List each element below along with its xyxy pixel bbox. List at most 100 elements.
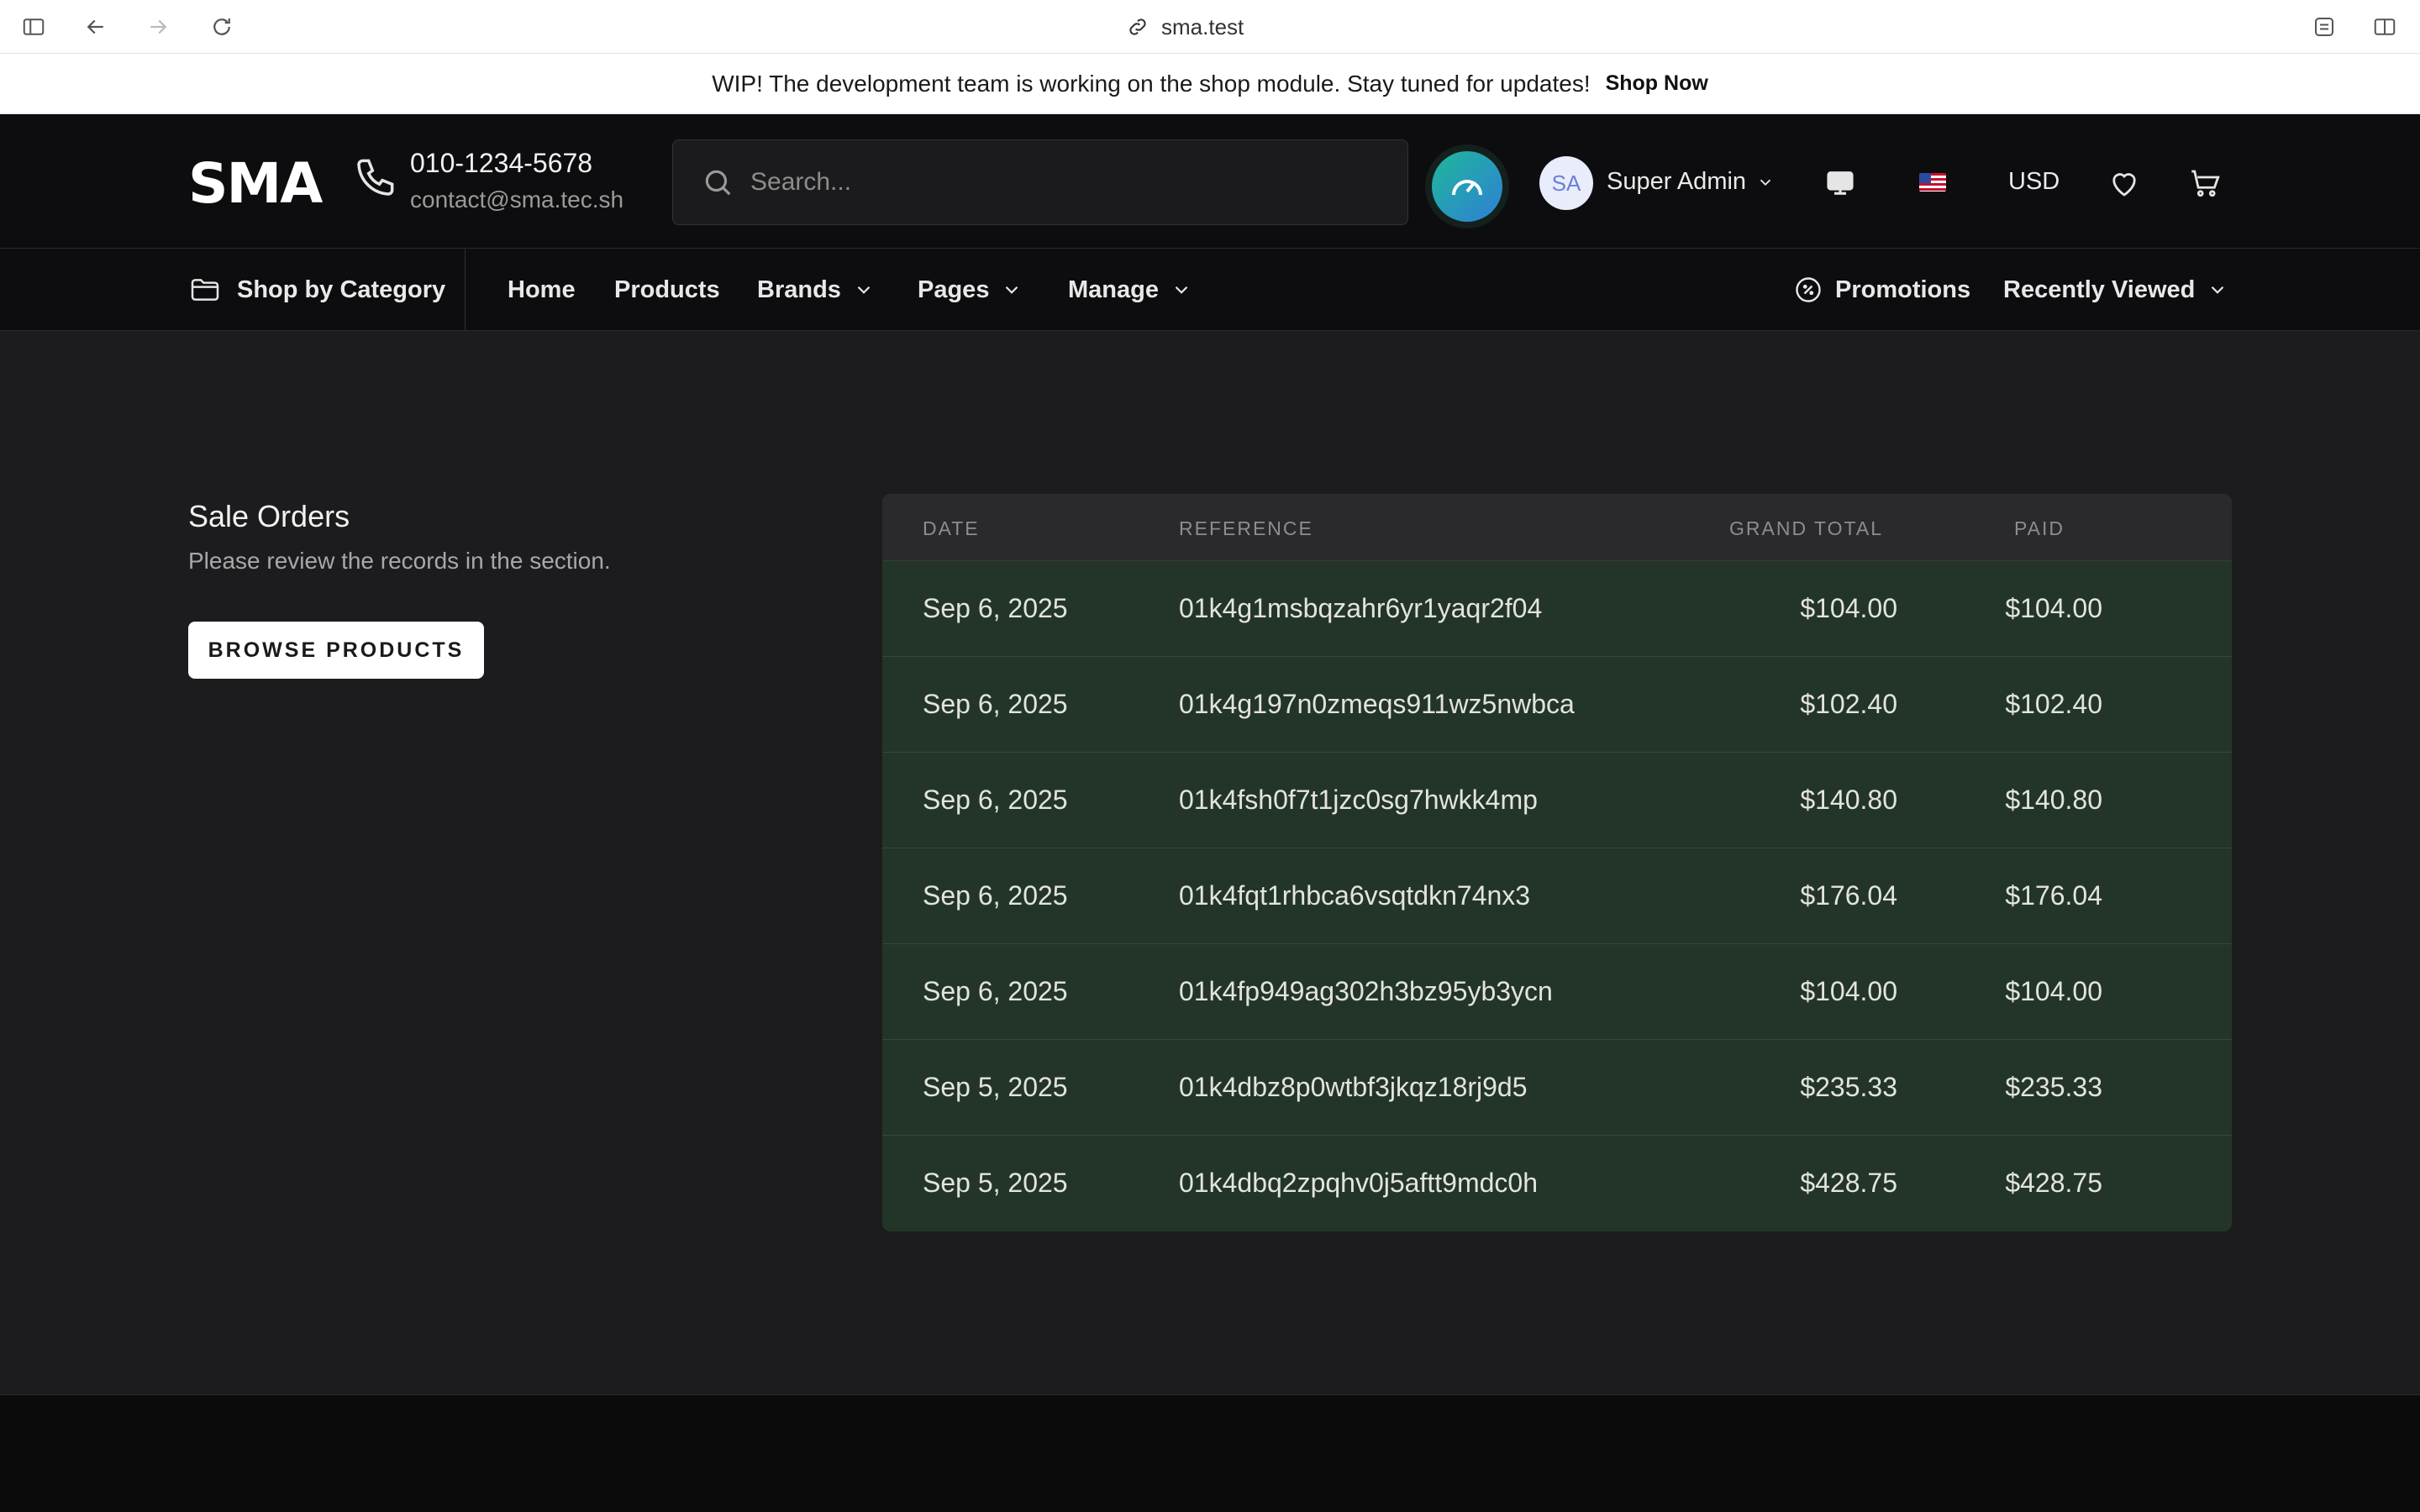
table-row[interactable]: Sep 6, 2025 01k4fqt1rhbca6vsqtdkn74nx3 $17… — [882, 848, 2232, 944]
nav-brands[interactable]: Brands — [757, 249, 875, 331]
cell-reference: 01k4dbq2zpqhv0j5aftt9mdc0h — [1179, 1168, 1538, 1198]
cell-paid: $104.00 — [2005, 976, 2102, 1006]
chevron-down-icon — [1175, 286, 1188, 294]
cell-grand-total: $235.33 — [1800, 1072, 1897, 1102]
col-date[interactable]: DATE — [923, 517, 980, 540]
table-row[interactable]: Sep 6, 2025 01k4fsh0f7t1jzc0sg7hwkk4mp $14… — [882, 753, 2232, 848]
monitor-icon[interactable] — [1820, 163, 1860, 203]
shop-by-category-button[interactable]: Shop by Category — [188, 249, 466, 331]
heart-icon[interactable] — [2104, 163, 2144, 203]
back-arrow-icon[interactable] — [81, 12, 111, 42]
col-paid[interactable]: PAID — [2014, 517, 2065, 540]
extensions-icon[interactable] — [2309, 12, 2339, 42]
announcement-text: WIP! The development team is working on … — [712, 70, 1591, 97]
cell-grand-total: $140.80 — [1800, 785, 1897, 815]
col-reference[interactable]: REFERENCE — [1179, 517, 1313, 540]
sidebar-icon[interactable] — [18, 12, 49, 42]
table-row[interactable]: Sep 6, 2025 01k4fp949ag302h3bz95yb3ycn $10… — [882, 944, 2232, 1040]
contact-email[interactable]: contact@sma.tec.sh — [410, 186, 623, 213]
table-body: Sep 6, 2025 01k4g1msbqzahr6yr1yaqr2f04 $10… — [882, 561, 2232, 1231]
cell-paid: $176.04 — [2005, 880, 2102, 911]
nav-home[interactable]: Home — [508, 249, 576, 331]
shop-now-link[interactable]: Shop Now — [1606, 71, 1708, 96]
nav-products[interactable]: Products — [614, 249, 720, 331]
cell-date: Sep 5, 2025 — [923, 1168, 1068, 1198]
cell-reference: 01k4fqt1rhbca6vsqtdkn74nx3 — [1179, 880, 1531, 911]
currency-selector[interactable]: USD — [2008, 168, 2060, 196]
footer — [0, 1394, 2420, 1512]
chevron-down-icon — [1006, 286, 1018, 294]
forward-arrow-icon[interactable] — [143, 12, 173, 42]
site-header: SMA 010-1234-5678 contact@sma.tec.sh SA … — [0, 114, 2420, 249]
cell-reference: 01k4g1msbqzahr6yr1yaqr2f04 — [1179, 593, 1543, 623]
search-input[interactable] — [750, 168, 1389, 197]
cell-date: Sep 6, 2025 — [923, 593, 1068, 623]
avatar[interactable]: SA — [1539, 156, 1593, 210]
table-row[interactable]: Sep 6, 2025 01k4g197n0zmeqs911wz5nwbca $10… — [882, 657, 2232, 753]
cell-grand-total: $102.40 — [1800, 689, 1897, 719]
cart-icon[interactable] — [2185, 163, 2225, 203]
table-header: DATE REFERENCE GRAND TOTAL PAID — [882, 494, 2232, 561]
cell-grand-total: $428.75 — [1800, 1168, 1897, 1198]
phone-icon — [353, 153, 400, 200]
table-row[interactable]: Sep 5, 2025 01k4dbz8p0wtbf3jkqz18rj9d5 $23… — [882, 1040, 2232, 1136]
sale-orders-table: DATE REFERENCE GRAND TOTAL PAID Sep 6, 2… — [882, 494, 2232, 1231]
split-view-icon[interactable] — [2370, 12, 2400, 42]
cell-paid: $104.00 — [2005, 593, 2102, 623]
nav-recently-viewed[interactable]: Recently Viewed — [2003, 249, 2228, 331]
nav-products-label: Products — [614, 276, 720, 303]
col-grand-total[interactable]: GRAND TOTAL — [1729, 517, 1883, 540]
chevron-down-icon — [2212, 286, 2224, 294]
chevron-down-icon — [857, 286, 871, 294]
address-bar[interactable]: sma.test — [1126, 12, 1244, 42]
cell-reference: 01k4dbz8p0wtbf3jkqz18rj9d5 — [1179, 1072, 1528, 1102]
cell-date: Sep 6, 2025 — [923, 880, 1068, 911]
search-box[interactable] — [672, 139, 1408, 225]
nav-recently-viewed-label: Recently Viewed — [2003, 276, 2196, 303]
nav-brands-label: Brands — [757, 276, 841, 303]
logo[interactable]: SMA — [188, 151, 323, 216]
user-menu[interactable]: Super Admin — [1607, 168, 1775, 196]
speedometer-button[interactable] — [1425, 144, 1509, 228]
page-subtitle: Please review the records in the section… — [188, 548, 611, 574]
cell-reference: 01k4fp949ag302h3bz95yb3ycn — [1179, 976, 1553, 1006]
cell-paid: $235.33 — [2005, 1072, 2102, 1102]
cell-grand-total: $104.00 — [1800, 976, 1897, 1006]
speedometer-icon — [1452, 180, 1482, 196]
category-label: Shop by Category — [237, 276, 446, 303]
url-text: sma.test — [1161, 13, 1244, 39]
cell-date: Sep 5, 2025 — [923, 1072, 1068, 1102]
table-row[interactable]: Sep 6, 2025 01k4g1msbqzahr6yr1yaqr2f04 $10… — [882, 561, 2232, 657]
nav-home-label: Home — [508, 276, 576, 303]
nav-promotions[interactable]: Promotions — [1793, 249, 1970, 331]
cell-grand-total: $104.00 — [1800, 593, 1897, 623]
link-icon — [1129, 18, 1146, 35]
nav-pages[interactable]: Pages — [918, 249, 1023, 331]
user-name: Super Admin — [1607, 168, 1747, 195]
chevron-down-icon — [1760, 179, 1771, 186]
cell-paid: $140.80 — [2005, 785, 2102, 815]
browse-products-button[interactable]: BROWSE PRODUCTS — [188, 622, 484, 679]
us-flag-icon[interactable] — [1919, 173, 1946, 192]
cell-date: Sep 6, 2025 — [923, 976, 1068, 1006]
main-nav: Shop by Category Home Products Brands Pa… — [0, 249, 2420, 331]
nav-promotions-label: Promotions — [1835, 276, 1971, 303]
cell-reference: 01k4fsh0f7t1jzc0sg7hwkk4mp — [1179, 785, 1538, 815]
cell-grand-total: $176.04 — [1800, 880, 1897, 911]
cell-date: Sep 6, 2025 — [923, 785, 1068, 815]
cell-reference: 01k4g197n0zmeqs911wz5nwbca — [1179, 689, 1575, 719]
search-icon — [705, 170, 731, 196]
announcement-bar: WIP! The development team is working on … — [0, 54, 2420, 114]
table-row[interactable]: Sep 5, 2025 01k4dbq2zpqhv0j5aftt9mdc0h $42… — [882, 1136, 2232, 1231]
nav-manage[interactable]: Manage — [1068, 249, 1192, 331]
cell-date: Sep 6, 2025 — [923, 689, 1068, 719]
phone-number[interactable]: 010-1234-5678 — [410, 148, 592, 179]
cell-paid: $428.75 — [2005, 1168, 2102, 1198]
reload-icon[interactable] — [207, 12, 237, 42]
browser-toolbar: sma.test — [0, 0, 2420, 54]
discount-badge-icon — [1796, 277, 1821, 302]
cell-paid: $102.40 — [2005, 689, 2102, 719]
page-title: Sale Orders — [188, 499, 350, 533]
main-content: Sale Orders Please review the records in… — [0, 331, 2420, 1394]
nav-manage-label: Manage — [1068, 276, 1159, 303]
